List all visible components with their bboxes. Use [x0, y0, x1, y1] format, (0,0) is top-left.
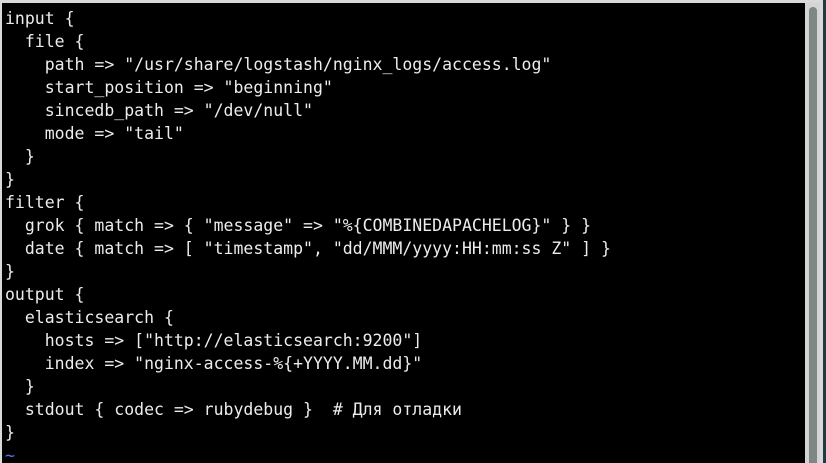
empty-line-marker: ~ — [5, 446, 15, 463]
code-line: start_position => "beginning" — [5, 78, 333, 97]
code-line: } — [5, 377, 35, 396]
code-line: index => "nginx-access-%{+YYYY.MM.dd}" — [5, 354, 423, 373]
terminal-editor[interactable]: input { file { path => "/usr/share/logst… — [2, 3, 805, 463]
code-line: path => "/usr/share/logstash/nginx_logs/… — [5, 55, 552, 74]
code-lines[interactable]: input { file { path => "/usr/share/logst… — [5, 7, 611, 463]
code-line: elasticsearch { — [5, 308, 174, 327]
code-line: sincedb_path => "/dev/null" — [5, 101, 313, 120]
code-line: } — [5, 170, 15, 189]
scrollbar[interactable] — [805, 3, 820, 463]
code-line: } — [5, 423, 15, 442]
code-line: hosts => ["http://elasticsearch:9200"] — [5, 331, 423, 350]
scrollbar-thumb[interactable] — [809, 7, 817, 463]
code-line: file { — [5, 32, 85, 51]
code-line: } — [5, 147, 35, 166]
code-line: grok { match => { "message" => "%{COMBIN… — [5, 216, 592, 235]
code-line: stdout { codec => rubydebug } # Для отла… — [5, 400, 462, 419]
code-line: filter { — [5, 193, 85, 212]
code-line: date { match => [ "timestamp", "dd/MMM/y… — [5, 239, 611, 258]
code-line: } — [5, 262, 15, 281]
code-line: input { — [5, 9, 75, 28]
code-line: mode => "tail" — [5, 124, 184, 143]
code-line: output { — [5, 285, 85, 304]
